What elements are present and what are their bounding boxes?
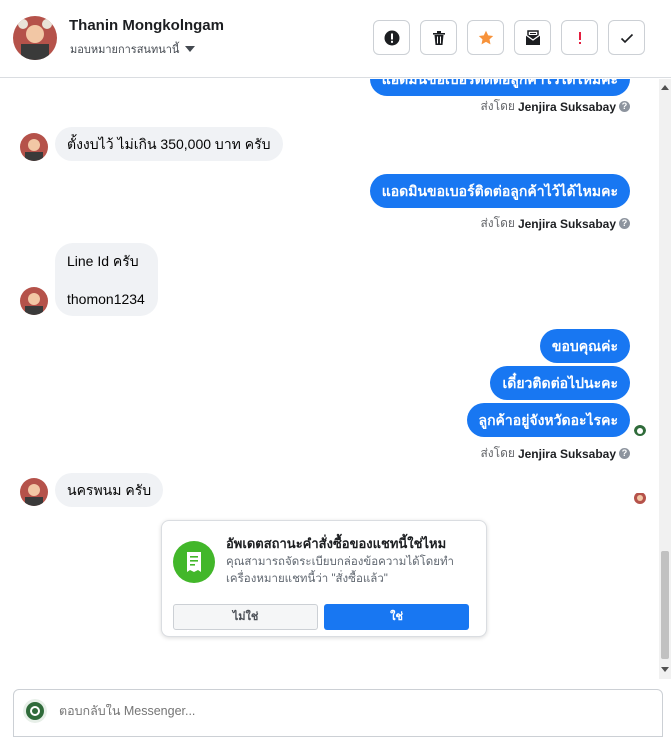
sent-by-label: ส่งโดย Jenjira Suksabay ? — [480, 444, 630, 463]
mark-done-button[interactable] — [608, 20, 645, 55]
mark-spam-button[interactable] — [373, 20, 410, 55]
star-icon — [478, 30, 493, 44]
star-button[interactable] — [467, 20, 504, 55]
message-thread[interactable]: แอดมินขอเบอร์ติดต่อลูกค้าไว้ได้ไหมคะ ส่ง… — [0, 79, 658, 679]
info-icon — [384, 30, 399, 45]
scroll-down-arrow[interactable] — [661, 667, 669, 672]
prompt-title: อัพเดตสถานะคำสั่งซื้อของแชทนี้ใช่ไหม — [226, 536, 447, 551]
sent-by-label: ส่งโดย Jenjira Suksabay ? — [480, 97, 630, 116]
outgoing-message[interactable]: แอดมินขอเบอร์ติดต่อลูกค้าไว้ได้ไหมคะ — [369, 174, 630, 208]
scrollbar-thumb[interactable] — [661, 551, 669, 659]
toolbar — [373, 20, 645, 55]
conversation-header: Thanin Mongkolngam มอบหมายการสนทนานี้ — [0, 0, 671, 78]
reply-composer — [13, 689, 663, 737]
outgoing-message[interactable]: ลูกค้าอยู่จังหวัดอะไรคะ — [466, 403, 630, 437]
avatar[interactable] — [13, 16, 57, 60]
question-icon[interactable]: ? — [619, 101, 630, 112]
yes-button[interactable]: ใช่ — [324, 604, 469, 630]
prompt-description: คุณสามารถจัดระเบียบกล่องข้อความได้โดยทำเ… — [226, 556, 455, 585]
incoming-message[interactable]: ตั้งงบไว้ ไม่เกิน 350,000 บาท ครับ — [55, 127, 283, 161]
incoming-message[interactable]: Line Id ครับ thomon1234 — [55, 243, 158, 316]
chevron-down-icon — [185, 46, 196, 52]
contact-name[interactable]: Thanin Mongkolngam — [69, 17, 224, 34]
seen-avatar — [634, 424, 646, 436]
trash-icon — [432, 30, 445, 45]
contact-avatar[interactable] — [20, 287, 48, 315]
no-button[interactable]: ไม่ใช่ — [173, 604, 318, 630]
assign-label: มอบหมายการสนทนานี้ — [70, 44, 180, 56]
mark-unread-button[interactable] — [514, 20, 551, 55]
outgoing-message[interactable]: ขอบคุณค่ะ — [539, 329, 630, 363]
scrollbar[interactable] — [659, 79, 671, 679]
incoming-message[interactable]: นครพนม ครับ — [55, 473, 164, 507]
contact-avatar[interactable] — [20, 133, 48, 161]
page-avatar — [23, 699, 47, 723]
question-icon[interactable]: ? — [619, 218, 630, 229]
delete-button[interactable] — [420, 20, 457, 55]
reply-input[interactable] — [59, 704, 359, 718]
contact-avatar[interactable] — [20, 478, 48, 506]
receipt-icon — [173, 541, 215, 583]
outgoing-message[interactable]: เดี๋ยวติดต่อไปนะคะ — [490, 366, 630, 400]
order-status-prompt: อัพเดตสถานะคำสั่งซื้อของแชทนี้ใช่ไหม คุณ… — [161, 520, 487, 637]
scroll-up-arrow[interactable] — [661, 85, 669, 90]
seen-avatar — [634, 492, 646, 504]
exclamation-icon — [578, 31, 581, 44]
check-icon — [620, 33, 633, 43]
question-icon[interactable]: ? — [619, 448, 630, 459]
sent-by-label: ส่งโดย Jenjira Suksabay ? — [480, 214, 630, 233]
outgoing-message[interactable]: แอดมินขอเบอร์ติดต่อลูกค้าไว้ได้ไหมคะ — [369, 79, 630, 96]
assign-dropdown[interactable]: มอบหมายการสนทนานี้ — [70, 40, 196, 58]
mail-icon — [525, 29, 540, 45]
follow-up-button[interactable] — [561, 20, 598, 55]
